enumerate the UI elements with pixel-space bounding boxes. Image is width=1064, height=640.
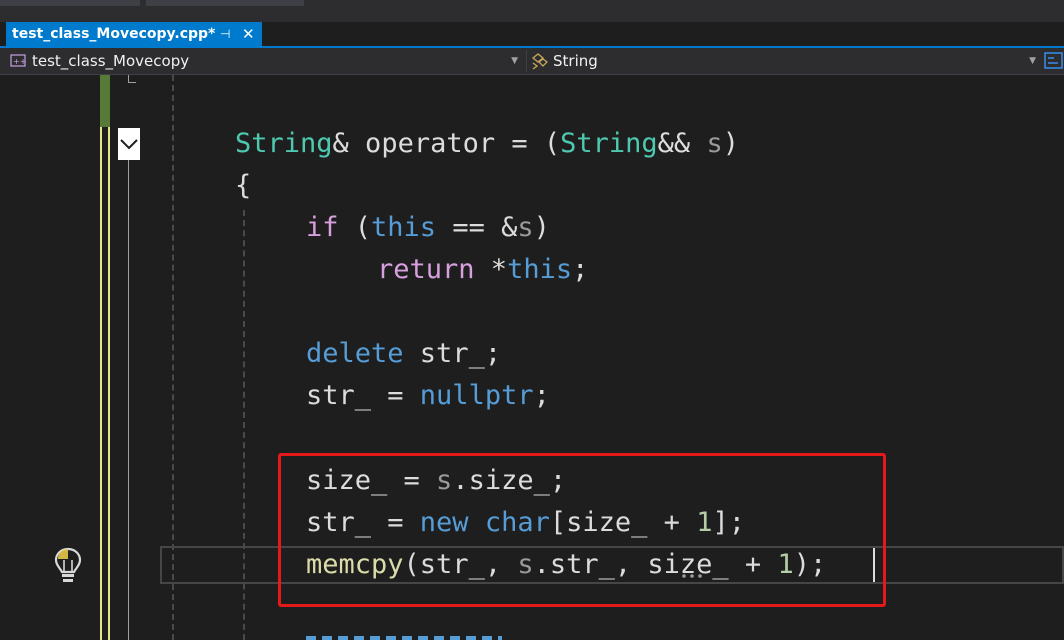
project-icon: ++ bbox=[10, 54, 26, 67]
window-top-strip bbox=[0, 0, 1064, 22]
window-chrome-segment bbox=[0, 0, 140, 6]
svg-text:++: ++ bbox=[13, 57, 26, 66]
chevron-down-icon: ▼ bbox=[1029, 56, 1036, 66]
lightbulb-icon[interactable] bbox=[52, 546, 84, 586]
split-view-icon[interactable] bbox=[1044, 52, 1064, 70]
code-line: return *this; bbox=[377, 254, 589, 285]
tab-title: test_class_Movecopy.cpp* bbox=[12, 26, 216, 42]
code-line: { bbox=[235, 170, 252, 201]
member-scope-dropdown[interactable]: String ▼ bbox=[526, 50, 1040, 72]
close-icon[interactable]: ✕ bbox=[242, 22, 255, 46]
code-line: String& operator = (String&& s) bbox=[235, 128, 739, 159]
class-icon bbox=[531, 53, 548, 70]
tab-test-class-movecopy[interactable]: test_class_Movecopy.cpp* ⊣ ✕ bbox=[6, 22, 262, 46]
chevron-down-icon: ▼ bbox=[511, 56, 518, 66]
project-scope-dropdown[interactable]: ++ test_class_Movecopy ▼ bbox=[8, 50, 522, 72]
pin-icon[interactable]: ⊣ bbox=[220, 22, 230, 46]
code-line: str_ = nullptr; bbox=[306, 380, 550, 411]
project-scope-label: test_class_Movecopy bbox=[32, 52, 190, 70]
navigation-bar: ++ test_class_Movecopy ▼ String ▼ bbox=[0, 48, 1064, 75]
annotation-highlight-box bbox=[278, 453, 886, 607]
code-line: if (this == &s) bbox=[306, 212, 550, 243]
window-chrome-segment bbox=[146, 0, 304, 6]
member-scope-label: String bbox=[553, 52, 598, 70]
code-line: delete str_; bbox=[306, 338, 502, 369]
code-line-partial bbox=[306, 631, 506, 640]
